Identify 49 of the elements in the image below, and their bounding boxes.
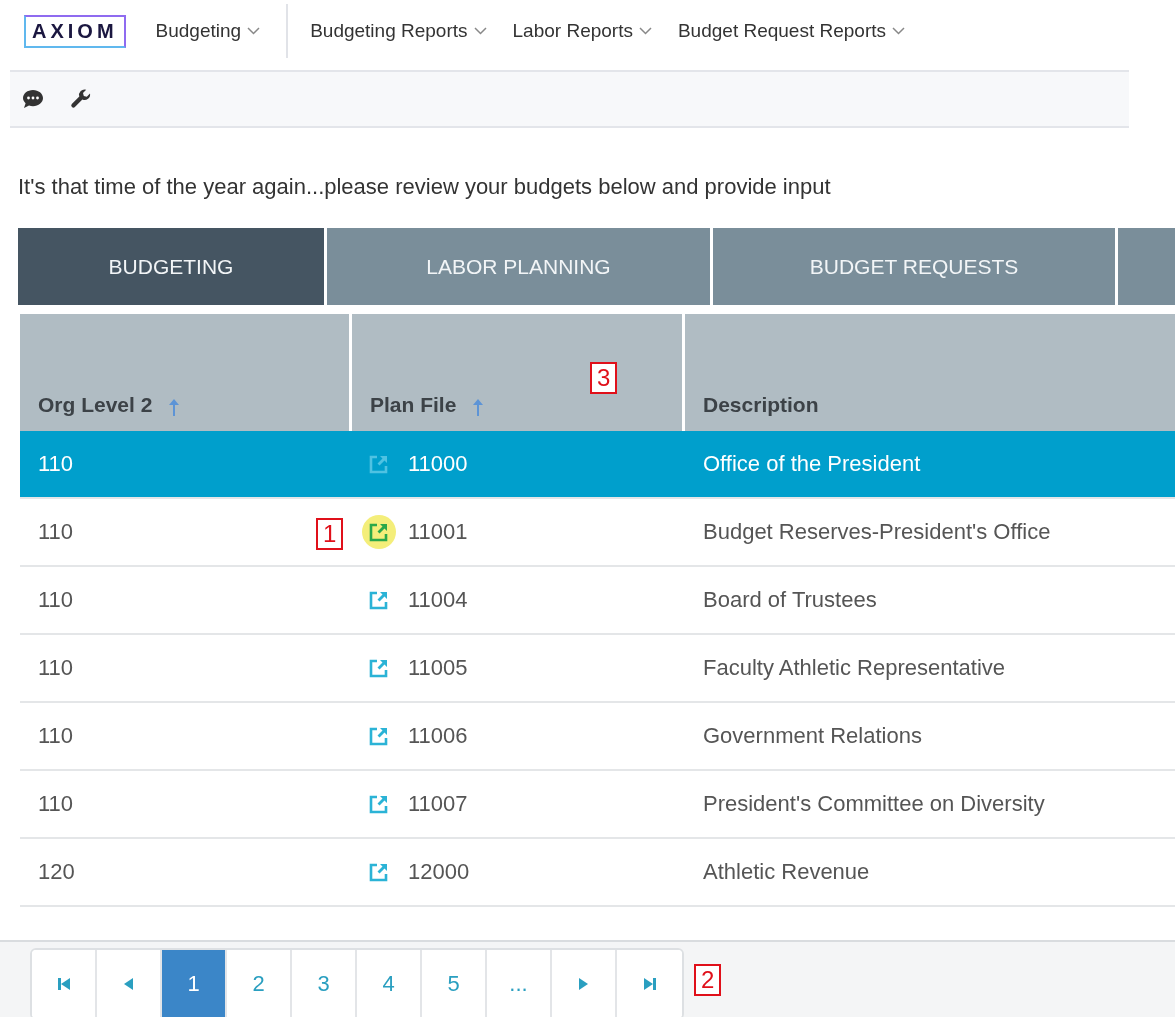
skip-last-icon (643, 978, 656, 990)
table-cell: Office of the President (703, 451, 921, 477)
table-cell: 11006 (408, 723, 468, 749)
table-cell: 110 (38, 723, 74, 749)
chevron-down-icon (892, 27, 905, 35)
chevron-down-icon (473, 27, 487, 35)
logo[interactable]: AXIOM (24, 14, 126, 48)
column-header[interactable]: Plan File (370, 393, 457, 417)
skip-first-icon (57, 978, 70, 990)
column-header[interactable]: Org Level 2 (38, 393, 153, 417)
table-cell: President's Committee on Diversity (703, 791, 1045, 817)
chevron-down-icon (638, 27, 652, 35)
page-button[interactable]: 1 (162, 950, 227, 1017)
table-cell: Faculty Athletic Representative (703, 655, 1006, 681)
first-page-button[interactable] (32, 950, 97, 1017)
triangle-left-icon (124, 978, 133, 990)
table-cell: 11001 (408, 519, 468, 545)
table-cell: Budget Reserves-President's Office (703, 519, 1051, 545)
nav-menu[interactable]: Budgeting (155, 20, 261, 42)
nav-menu[interactable]: Labor Reports (512, 20, 652, 42)
column-header[interactable]: Description (703, 393, 819, 417)
external-link-icon[interactable] (362, 515, 396, 549)
callout-number: 3 (590, 362, 618, 394)
table-cell: Board of Trustees (703, 587, 877, 613)
table-cell: 110 (38, 519, 74, 545)
table-cell: 11007 (408, 791, 468, 817)
sort-up-icon (168, 397, 181, 417)
callout-number: 2 (694, 964, 722, 996)
table-cell: Athletic Revenue (703, 859, 870, 885)
table-cell: 11004 (408, 587, 468, 613)
wrench-icon[interactable] (70, 88, 92, 110)
nav-menu[interactable]: Budgeting Reports (286, 4, 487, 58)
nav-menu[interactable]: Budget Request Reports (677, 20, 905, 42)
triangle-right-icon (579, 978, 588, 990)
chat-bubble-icon[interactable] (22, 89, 44, 109)
tab[interactable]: BUDGETING (18, 228, 324, 305)
callout-number: 1 (316, 518, 344, 550)
intro-text: It's that time of the year again...please review your budgets below and provide input (18, 174, 832, 200)
chevron-down-icon (247, 27, 261, 35)
table-cell: 110 (38, 451, 74, 477)
table-cell: 11005 (408, 655, 468, 681)
table-cell: 110 (38, 791, 74, 817)
table-cell: 12000 (408, 859, 470, 885)
sort-up-icon (472, 397, 485, 417)
table-cell: 110 (38, 587, 74, 613)
table-cell: 120 (38, 859, 75, 885)
table-cell: 110 (38, 655, 74, 681)
table-cell: Government Relations (703, 723, 922, 749)
table-cell: 11000 (408, 451, 468, 477)
